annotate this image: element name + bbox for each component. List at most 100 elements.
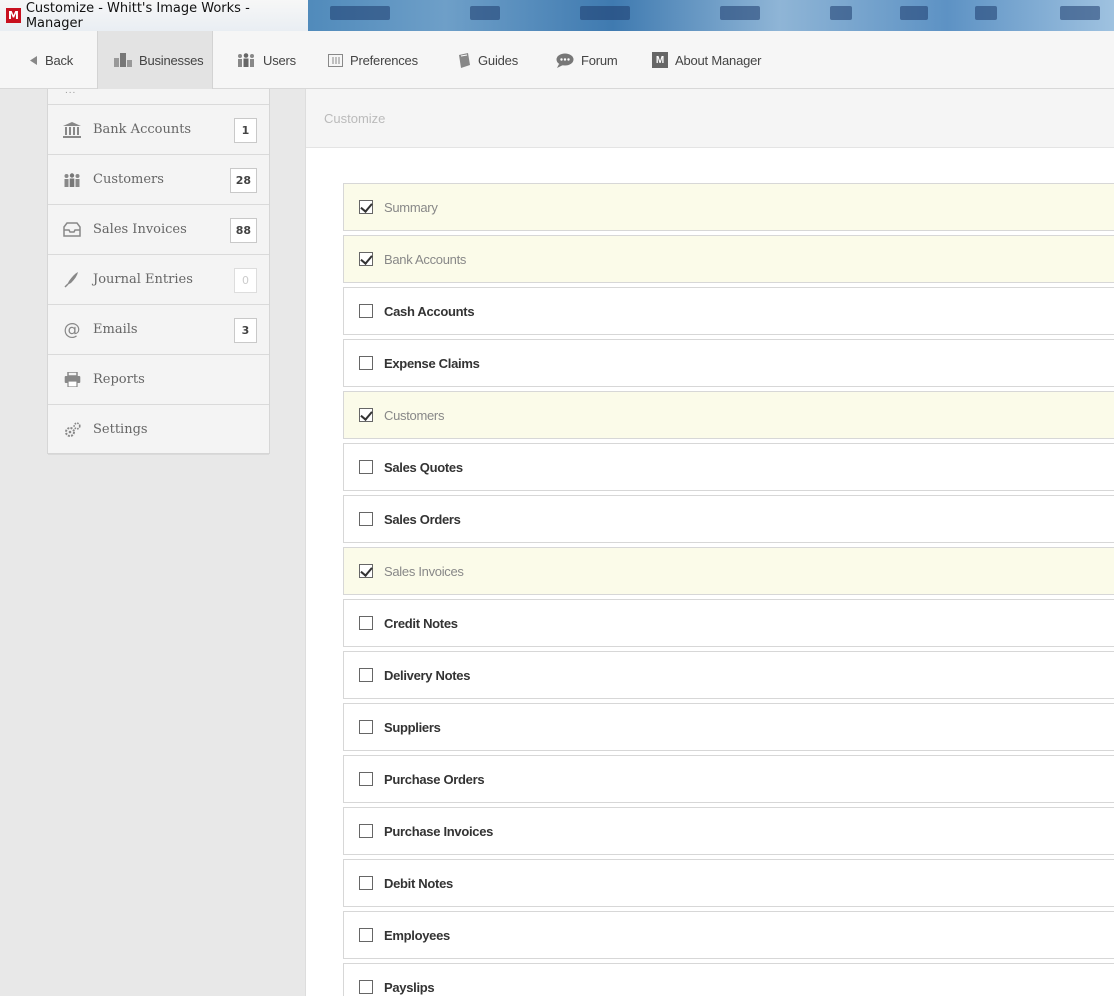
module-option-label: Customers	[384, 407, 445, 423]
module-option-label: Sales Invoices	[384, 563, 464, 579]
manager-logo-icon: M	[652, 52, 668, 68]
sidebar-item-label: Journal Entries	[93, 272, 193, 287]
at-icon: @	[63, 319, 81, 340]
count-badge: 1	[234, 118, 257, 143]
businesses-tab[interactable]: Businesses	[97, 31, 213, 89]
sidebar-item-emails[interactable]: @ Emails 3	[48, 305, 269, 355]
preferences-label: Preferences	[350, 52, 418, 68]
sidebar-item-label: Settings	[93, 422, 148, 437]
sidebar-item-settings[interactable]: Settings	[48, 405, 269, 455]
module-option-row[interactable]: Cash Accounts	[343, 287, 1114, 335]
window-titlebar: M Customize - Whitt's Image Works - Mana…	[0, 0, 1114, 31]
module-checkbox[interactable]	[359, 720, 373, 734]
forum-icon	[556, 53, 574, 68]
printer-icon	[62, 372, 82, 387]
titlebar-decoration	[975, 6, 997, 20]
back-button[interactable]: Back	[30, 31, 73, 89]
guides-label: Guides	[478, 52, 518, 68]
module-option-row[interactable]: Delivery Notes	[343, 651, 1114, 699]
guides-icon	[458, 52, 471, 68]
module-checkbox[interactable]	[359, 252, 373, 266]
about-manager-label: About Manager	[675, 52, 762, 68]
sidebar-item-customers[interactable]: Customers 28	[48, 155, 269, 205]
module-option-label: Cash Accounts	[384, 303, 475, 319]
module-option-row[interactable]: Credit Notes	[343, 599, 1114, 647]
module-option-row[interactable]: Purchase Orders	[343, 755, 1114, 803]
preferences-tab[interactable]: Preferences	[328, 31, 418, 89]
module-checkbox[interactable]	[359, 460, 373, 474]
module-checkbox[interactable]	[359, 824, 373, 838]
count-badge: 88	[229, 218, 257, 243]
users-label: Users	[263, 52, 296, 68]
module-checkbox[interactable]	[359, 772, 373, 786]
titlebar-decoration	[580, 6, 630, 20]
module-option-row[interactable]: Debit Notes	[343, 859, 1114, 907]
module-checkbox[interactable]	[359, 668, 373, 682]
module-option-row[interactable]: Payslips	[343, 963, 1114, 996]
users-tab[interactable]: Users	[236, 31, 296, 89]
businesses-label: Businesses	[139, 52, 204, 68]
module-option-label: Suppliers	[384, 719, 441, 735]
module-option-label: Expense Claims	[384, 355, 480, 371]
sidebar-item-journal-entries[interactable]: Journal Entries 0	[48, 255, 269, 305]
titlebar-title-area: M Customize - Whitt's Image Works - Mana…	[0, 0, 308, 31]
module-option-label: Credit Notes	[384, 615, 458, 631]
triangle-left-icon	[30, 55, 38, 65]
module-option-row[interactable]: Employees	[343, 911, 1114, 959]
titlebar-decoration	[470, 6, 500, 20]
sidebar-item-reports[interactable]: Reports	[48, 355, 269, 405]
module-checkbox[interactable]	[359, 408, 373, 422]
module-option-label: Payslips	[384, 979, 435, 995]
sidebar-item-label: Emails	[93, 322, 138, 337]
module-option-label: Purchase Orders	[384, 771, 485, 787]
module-option-row[interactable]: Sales Orders	[343, 495, 1114, 543]
module-option-row[interactable]: Customers	[343, 391, 1114, 439]
sidebar-item-bank-accounts[interactable]: Bank Accounts 1	[48, 105, 269, 155]
sales-invoices-icon	[62, 222, 82, 237]
sidebar: ... Bank Accounts 1 Customers 28 Sales I…	[47, 85, 270, 455]
module-checkbox[interactable]	[359, 928, 373, 942]
sidebar-item-label: Sales Invoices	[93, 222, 187, 237]
sidebar-collapsed-item[interactable]: ...	[48, 85, 269, 105]
module-option-row[interactable]: Sales Quotes	[343, 443, 1114, 491]
count-badge: 3	[234, 318, 257, 343]
bank-icon	[62, 121, 82, 138]
count-badge: 28	[229, 168, 257, 193]
forum-label: Forum	[581, 52, 618, 68]
module-checkbox[interactable]	[359, 304, 373, 318]
titlebar-decoration	[720, 6, 760, 20]
sidebar-item-sales-invoices[interactable]: Sales Invoices 88	[48, 205, 269, 255]
customers-icon	[62, 172, 82, 187]
module-checkbox[interactable]	[359, 512, 373, 526]
about-manager-tab[interactable]: M About Manager	[652, 31, 761, 89]
titlebar-decoration	[1060, 6, 1100, 20]
module-option-row[interactable]: Bank Accounts	[343, 235, 1114, 283]
module-checkbox[interactable]	[359, 980, 373, 994]
forum-tab[interactable]: Forum	[556, 31, 618, 89]
manager-logo-letter: M	[652, 52, 668, 68]
module-option-label: Employees	[384, 927, 450, 943]
main-toolbar: Back Businesses Users Preferences Guides…	[0, 31, 1114, 89]
titlebar-decoration	[900, 6, 928, 20]
titlebar-decoration	[830, 6, 852, 20]
window-title: Customize - Whitt's Image Works - Manage…	[25, 0, 250, 31]
module-checkbox[interactable]	[359, 616, 373, 630]
gears-icon	[62, 421, 82, 438]
module-checkbox[interactable]	[359, 200, 373, 214]
preferences-icon	[328, 53, 343, 67]
module-option-row[interactable]: Purchase Invoices	[343, 807, 1114, 855]
module-checkbox[interactable]	[359, 356, 373, 370]
module-option-row[interactable]: Expense Claims	[343, 339, 1114, 387]
module-checkbox[interactable]	[359, 876, 373, 890]
sidebar-item-label: Customers	[93, 172, 164, 187]
more-dots: ...	[65, 85, 77, 96]
users-icon	[236, 53, 256, 67]
module-option-label: Sales Orders	[384, 511, 461, 527]
manager-app-icon: M	[6, 8, 21, 23]
module-checkbox[interactable]	[359, 564, 373, 578]
module-option-row[interactable]: Sales Invoices	[343, 547, 1114, 595]
guides-tab[interactable]: Guides	[458, 31, 518, 89]
module-option-row[interactable]: Summary	[343, 183, 1114, 231]
module-option-row[interactable]: Suppliers	[343, 703, 1114, 751]
module-option-label: Purchase Invoices	[384, 823, 494, 839]
